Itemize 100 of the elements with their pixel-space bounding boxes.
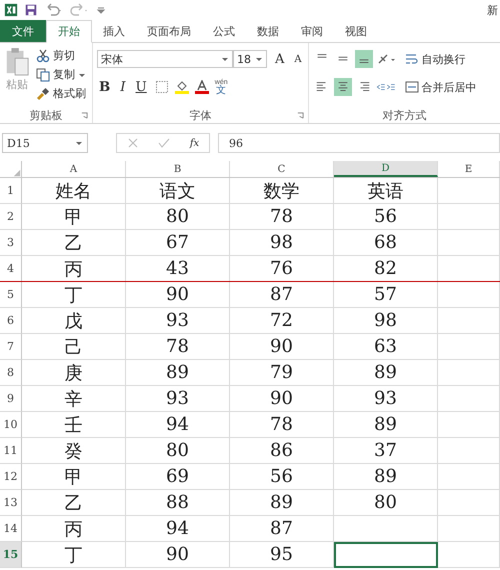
table-cell: 93 xyxy=(334,386,438,412)
table-cell: 94 xyxy=(126,516,230,542)
format-painter-button[interactable]: 格式刷 xyxy=(34,85,88,102)
underline-button[interactable]: U xyxy=(134,80,149,94)
column-header[interactable]: B xyxy=(126,161,230,177)
table-cell: 90 xyxy=(230,386,334,412)
font-size-field[interactable]: 18 xyxy=(233,50,267,68)
row-header[interactable]: 7 xyxy=(0,334,22,360)
table-cell: 57 xyxy=(334,282,438,308)
row-header[interactable]: 3 xyxy=(0,230,22,256)
empty-cell xyxy=(438,386,500,412)
row-header[interactable]: 2 xyxy=(0,204,22,230)
empty-cell xyxy=(438,204,500,230)
ribbon-tab[interactable]: 文件 xyxy=(0,20,46,42)
empty-cell xyxy=(438,308,500,334)
table-cell: 72 xyxy=(230,308,334,334)
dropdown-arrow-icon xyxy=(221,55,229,63)
italic-button[interactable]: I xyxy=(118,80,128,94)
table-cell: 56 xyxy=(334,204,438,230)
table-cell: 69 xyxy=(126,464,230,490)
table-cell: 98 xyxy=(230,230,334,256)
cut-button[interactable]: 剪切 xyxy=(34,47,88,64)
table-cell: 89 xyxy=(334,412,438,438)
check-icon[interactable] xyxy=(158,137,170,149)
empty-cell xyxy=(438,542,500,568)
column-header[interactable]: A xyxy=(22,161,126,177)
table-cell: 78 xyxy=(230,204,334,230)
bold-button[interactable]: B xyxy=(97,79,112,95)
ribbon-tab[interactable]: 视图 xyxy=(334,20,378,42)
table-cell: 90 xyxy=(126,542,230,568)
empty-cell xyxy=(438,360,500,386)
row-header[interactable]: 6 xyxy=(0,308,22,334)
group-label: 剪贴板 xyxy=(30,108,62,122)
table-cell: 甲 xyxy=(22,204,126,230)
row-header[interactable]: 1 xyxy=(0,178,22,204)
dialog-launcher-icon[interactable] xyxy=(81,112,88,118)
column-header[interactable]: D xyxy=(334,161,438,177)
table-cell: 79 xyxy=(230,360,334,386)
table-cell: 壬 xyxy=(22,412,126,438)
ribbon-tab[interactable]: 页面布局 xyxy=(136,20,202,42)
empty-cell xyxy=(438,178,500,204)
row-header[interactable]: 9 xyxy=(0,386,22,412)
row-header[interactable]: 10 xyxy=(0,412,22,438)
table-cell: 98 xyxy=(334,308,438,334)
copy-icon xyxy=(36,68,50,82)
border-icon[interactable] xyxy=(154,80,169,94)
copy-button[interactable]: 复制 xyxy=(34,66,88,83)
table-cell: 94 xyxy=(126,412,230,438)
table-cell: 90 xyxy=(230,334,334,360)
customize-menu-icon[interactable] xyxy=(96,5,106,15)
column-header[interactable]: E xyxy=(438,161,500,177)
ribbon-tab[interactable]: 开始 xyxy=(46,20,92,43)
align-button[interactable] xyxy=(354,50,373,68)
dropdown-arrow-icon xyxy=(75,139,83,147)
window-title: 新 xyxy=(487,2,498,18)
table-cell: 67 xyxy=(126,230,230,256)
formula-input[interactable]: 96 xyxy=(218,133,500,153)
empty-cell xyxy=(438,516,500,542)
table-cell: 80 xyxy=(126,204,230,230)
table-cell: 56 xyxy=(230,464,334,490)
name-box[interactable]: D15 xyxy=(2,133,88,153)
merge-center-button[interactable]: 合并后居中 xyxy=(402,78,479,96)
ribbon-tab[interactable]: 公式 xyxy=(202,20,246,42)
row-header[interactable]: 11 xyxy=(0,438,22,464)
table-cell: 丙 xyxy=(22,516,126,542)
save-icon[interactable] xyxy=(24,3,38,17)
ribbon-tab[interactable]: 数据 xyxy=(246,20,290,42)
table-cell: 癸 xyxy=(22,438,126,464)
decrease-font-button[interactable]: A xyxy=(292,54,304,64)
table-cell: 87 xyxy=(230,516,334,542)
table-cell: 语文 xyxy=(126,178,230,204)
group-label: 对齐方式 xyxy=(382,108,426,122)
dialog-launcher-icon[interactable] xyxy=(296,112,304,118)
table-cell: 86 xyxy=(230,438,334,464)
table-cell: 英语 xyxy=(334,178,438,204)
table-cell: 丁 xyxy=(22,542,126,568)
ribbon-tab[interactable]: 插入 xyxy=(92,20,136,42)
table-cell: 庚 xyxy=(22,360,126,386)
table-cell: 己 xyxy=(22,334,126,360)
increase-font-button[interactable]: A xyxy=(273,52,286,66)
row-header[interactable]: 13 xyxy=(0,490,22,516)
font-name-field[interactable]: 宋体 xyxy=(97,50,233,68)
insert-function-button[interactable]: fx xyxy=(190,138,200,148)
align-button[interactable] xyxy=(334,78,352,96)
wrap-text-button[interactable]: 自动换行 xyxy=(402,50,468,68)
row-header[interactable]: 12 xyxy=(0,464,22,490)
table-cell: 87 xyxy=(230,282,334,308)
empty-cell xyxy=(438,412,500,438)
table-cell: 辛 xyxy=(22,386,126,412)
row-header[interactable]: 15 xyxy=(0,542,22,568)
empty-cell xyxy=(438,334,500,360)
table-cell: 78 xyxy=(230,412,334,438)
row-header[interactable]: 5 xyxy=(0,282,22,308)
font-color-icon[interactable] xyxy=(194,80,209,94)
row-header[interactable]: 8 xyxy=(0,360,22,386)
table-cell: 89 xyxy=(334,464,438,490)
paintbrush-icon xyxy=(36,86,50,100)
ribbon-tab[interactable]: 审阅 xyxy=(290,20,334,42)
table-cell: 姓名 xyxy=(22,178,126,204)
fill-color-icon[interactable] xyxy=(174,80,189,94)
